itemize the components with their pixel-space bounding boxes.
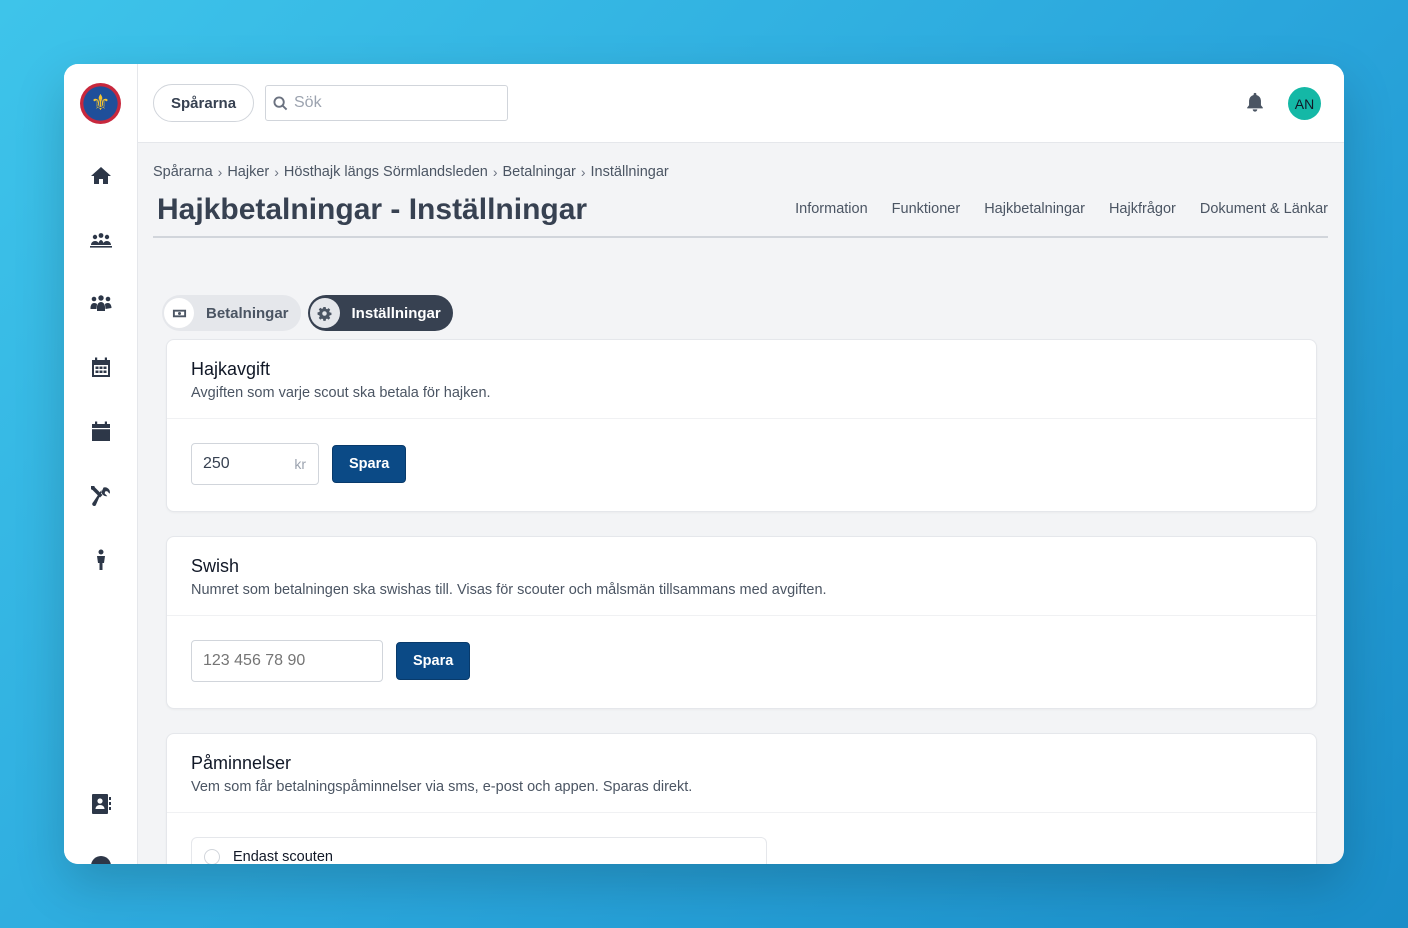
tab-documents-links[interactable]: Dokument & Länkar [1200,201,1328,217]
gear-icon [309,298,340,328]
user-avatar[interactable]: AN [1288,87,1321,120]
reminder-option-label: Endast scouten [233,849,333,864]
subtab-payments[interactable]: Betalningar [162,295,301,331]
page-title: Hajkbetalningar - Inställningar [157,193,588,226]
chevron-right-icon: › [492,164,498,180]
title-divider [153,236,1328,238]
breadcrumb: Spårarna › Hajker › Hösthajk längs Sörml… [153,164,669,180]
fee-card-description: Avgiften som varje scout ska betala för … [191,385,491,401]
fee-field[interactable]: kr [191,443,319,485]
chevron-right-icon: › [217,164,223,180]
chevron-right-icon: › [274,164,279,180]
bell-icon[interactable] [1244,91,1268,115]
subtab-settings[interactable]: Inställningar [307,295,453,331]
sub-tabs: Betalningar Inställningar [162,295,453,331]
fee-card-body: kr Spara [167,419,1316,509]
tab-hike-questions[interactable]: Hajkfrågor [1109,201,1176,217]
tab-hike-payments[interactable]: Hajkbetalningar [984,201,1085,217]
tab-information[interactable]: Information [795,201,868,217]
breadcrumb-item[interactable]: Betalningar [503,164,576,180]
money-icon [164,298,194,328]
reminders-card-header: Påminnelser Vem som får betalningspåminn… [167,734,1316,813]
calendar-icon[interactable] [88,419,114,445]
fee-unit: kr [294,456,306,472]
tab-functions[interactable]: Funktioner [892,201,961,217]
reminder-option[interactable]: Endast scouten [191,837,767,864]
fleur-de-lis-icon: ⚜ [90,90,111,116]
swish-card-title: Swish [191,556,240,576]
subtab-settings-label: Inställningar [351,304,441,322]
main-content: Spårarna › Hajker › Hösthajk längs Sörml… [138,143,1344,864]
save-fee-button[interactable]: Spara [332,445,407,483]
breadcrumb-item[interactable]: Hösthajk längs Sörmlandsleden [284,164,488,180]
subtab-payments-label: Betalningar [206,304,289,322]
troops-icon[interactable] [88,227,114,253]
reminders-card-title: Påminnelser [191,753,292,773]
globe-icon[interactable] [88,853,114,864]
reminders-card: Påminnelser Vem som får betalningspåminn… [166,733,1317,864]
swish-card: Swish Numret som betalningen ska swishas… [166,536,1317,709]
calendar-grid-icon[interactable] [88,355,114,381]
app-window: ⚜ Spårarna Sök AN Spårarna › Hajker › Hö… [64,64,1344,864]
fee-card: Hajkavgift Avgiften som varje scout ska … [166,339,1317,512]
fee-card-header: Hajkavgift Avgiften som varje scout ska … [167,340,1316,419]
swish-card-body: Spara [167,616,1316,706]
fee-input[interactable] [203,455,307,473]
search-icon [273,95,288,110]
top-bar: Spårarna AN [138,64,1344,143]
fee-card-title: Hajkavgift [191,359,271,379]
breadcrumb-item-current: Inställningar [590,164,669,180]
home-icon[interactable] [88,163,114,189]
page-tabs: Information Funktioner Hajkbetalningar H… [795,201,1328,217]
contacts-icon[interactable] [88,791,114,817]
search-box[interactable] [265,85,508,121]
swish-field[interactable] [191,640,383,682]
tools-icon[interactable] [88,483,114,509]
person-icon[interactable] [88,547,114,573]
breadcrumb-item[interactable]: Spårarna [153,164,213,180]
scout-logo[interactable]: ⚜ [80,83,121,124]
people-icon[interactable] [88,291,114,317]
chevron-right-icon: › [580,164,586,180]
search-input[interactable] [294,94,494,112]
swish-card-description: Numret som betalningen ska swishas till.… [191,582,827,598]
sidebar: ⚜ [64,64,138,864]
group-selector-button[interactable]: Spårarna [153,84,255,122]
radio-button[interactable] [204,849,220,864]
save-swish-button[interactable]: Spara [396,642,471,680]
breadcrumb-item[interactable]: Hajker [227,164,269,180]
swish-number-input[interactable] [203,652,371,670]
swish-card-header: Swish Numret som betalningen ska swishas… [167,537,1316,616]
reminders-card-description: Vem som får betalningspåminnelser via sm… [191,779,693,795]
